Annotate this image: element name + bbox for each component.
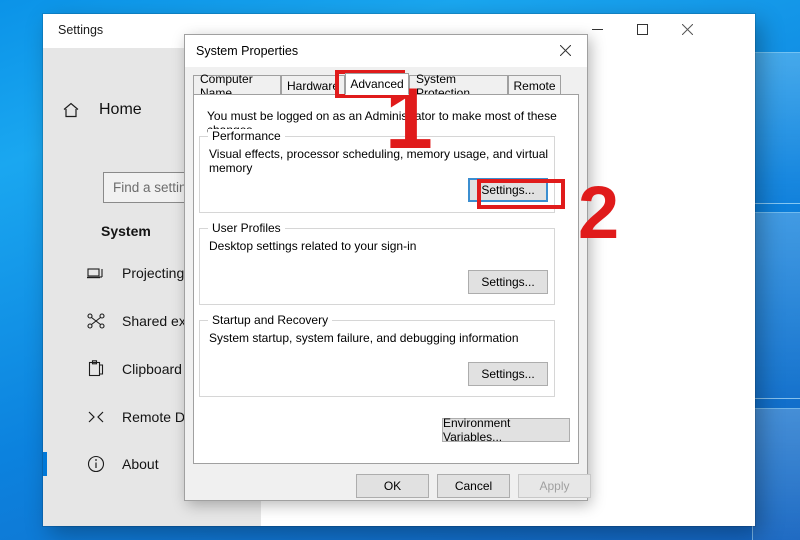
tab-remote[interactable]: Remote	[508, 75, 561, 95]
sidebar-home-label: Home	[99, 101, 142, 118]
tab-computer-name[interactable]: Computer Name	[193, 72, 281, 100]
maximize-icon[interactable]	[620, 14, 665, 45]
dialog-titlebar[interactable]: System Properties	[185, 35, 587, 67]
screen: Settings Home Find a setting System Proj…	[0, 0, 800, 540]
projecting-icon	[86, 263, 116, 283]
group-user-profiles: User Profiles Desktop settings related t…	[199, 221, 555, 305]
sidebar-item-label: About	[122, 456, 159, 472]
wallpaper-panel	[748, 212, 800, 399]
group-description: System startup, system failure, and debu…	[209, 331, 519, 345]
user-profiles-settings-button[interactable]: Settings...	[468, 270, 548, 294]
sidebar-item-label: Clipboard	[122, 361, 182, 377]
startup-recovery-settings-button[interactable]: Settings...	[468, 362, 548, 386]
group-legend: Performance	[208, 129, 285, 143]
tabstrip: Computer Name Hardware Advanced System P…	[193, 72, 579, 100]
close-icon[interactable]	[543, 35, 587, 65]
group-description: Visual effects, processor scheduling, me…	[209, 147, 549, 175]
sidebar-section-header: System	[101, 223, 151, 239]
dialog-title: System Properties	[196, 44, 299, 58]
environment-variables-button[interactable]: Environment Variables...	[442, 416, 570, 444]
wallpaper-panel	[752, 408, 800, 540]
settings-window-title: Settings	[58, 23, 104, 37]
info-icon	[86, 454, 116, 474]
apply-button: Apply	[518, 474, 591, 498]
search-placeholder-text: Find a setting	[113, 180, 195, 195]
group-legend: Startup and Recovery	[208, 313, 333, 327]
home-icon	[61, 100, 91, 120]
remote-desktop-icon	[86, 407, 116, 427]
shared-experiences-icon	[86, 311, 116, 331]
group-legend: User Profiles	[208, 221, 285, 235]
close-icon[interactable]	[665, 14, 710, 45]
tab-advanced[interactable]: Advanced	[345, 73, 409, 95]
group-startup-recovery: Startup and Recovery System startup, sys…	[199, 313, 555, 397]
performance-settings-button[interactable]: Settings...	[468, 178, 548, 202]
tab-hardware[interactable]: Hardware	[281, 75, 345, 95]
group-description: Desktop settings related to your sign-in	[209, 239, 417, 253]
clipboard-icon	[86, 359, 116, 379]
ok-button[interactable]: OK	[356, 474, 429, 498]
annotation-number-2: 2	[578, 171, 620, 254]
group-performance: Performance Visual effects, processor sc…	[199, 129, 555, 213]
cancel-button[interactable]: Cancel	[437, 474, 510, 498]
